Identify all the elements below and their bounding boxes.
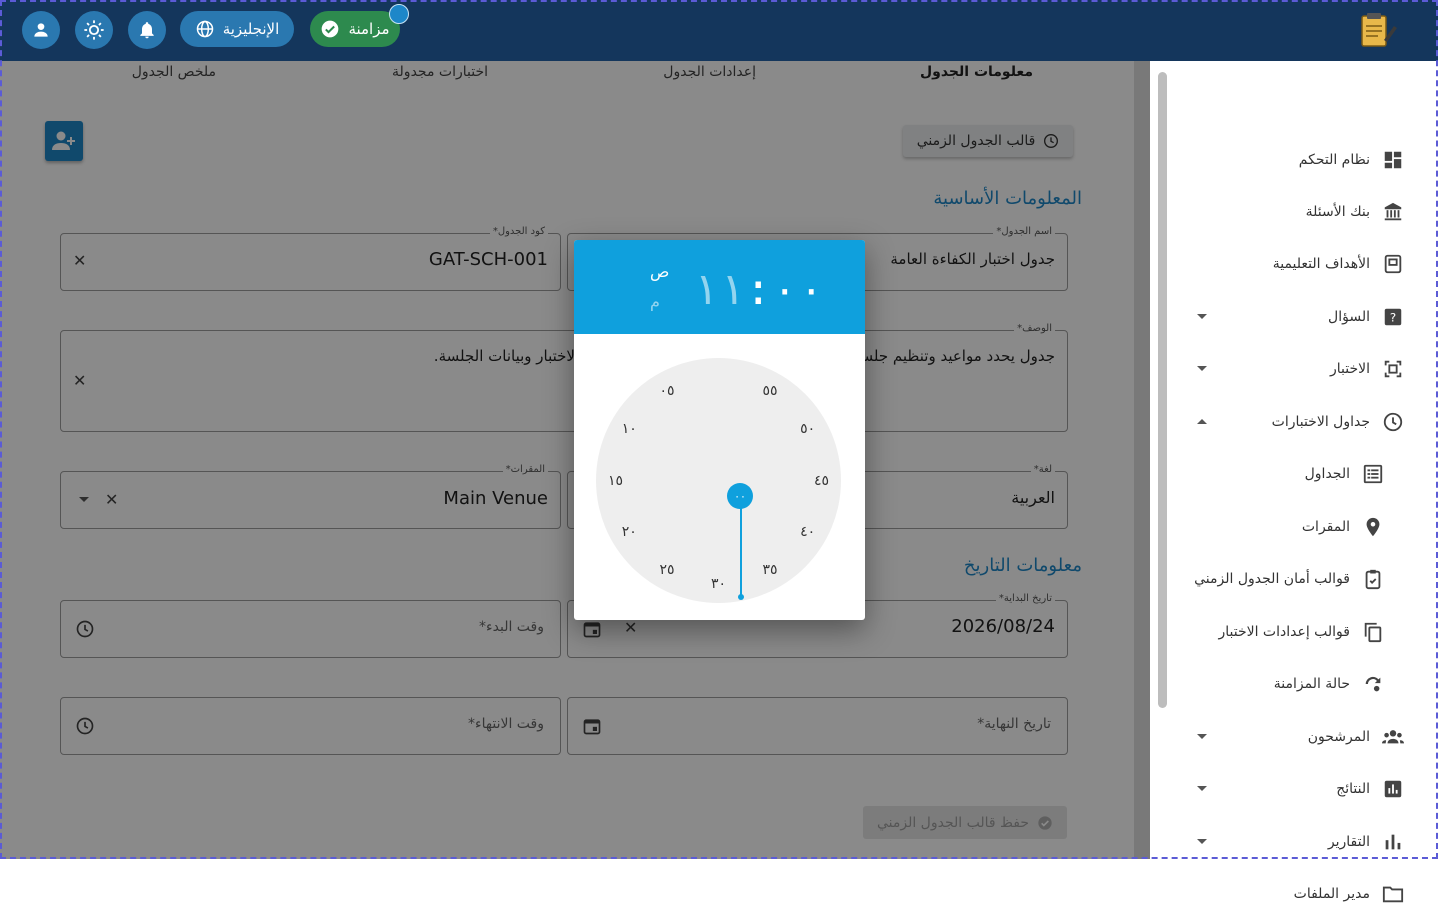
sidebar-item[interactable]: النتائج bbox=[1336, 778, 1404, 800]
dial-number[interactable]: ٣٥ bbox=[762, 562, 777, 578]
sidebar-item-label: الاختبار bbox=[1329, 361, 1370, 377]
chevron-down-icon[interactable] bbox=[1197, 314, 1207, 319]
language-switch-button[interactable]: الإنجليزية bbox=[180, 11, 294, 47]
sync-indicator-dot bbox=[389, 4, 409, 24]
sidebar-item[interactable]: نظام التحكم bbox=[1299, 149, 1404, 171]
sidebar-item[interactable]: الأهداف التعليمية bbox=[1273, 253, 1404, 275]
dial-number[interactable]: ٢٠ bbox=[622, 524, 637, 540]
notifications-button[interactable] bbox=[128, 11, 166, 49]
sidebar-item[interactable]: ? السؤال bbox=[1328, 306, 1404, 328]
dial-number[interactable]: ٣٠ bbox=[711, 576, 726, 592]
sidebar-item-label: التقارير bbox=[1327, 834, 1370, 850]
sidebar-item-label: النتائج bbox=[1336, 781, 1370, 797]
clock-icon bbox=[1382, 411, 1404, 433]
time-picker-dialog: ١١:٠٠ ص م ٠٠ ٠٥ ١٠ ١٥ ٢٠ ٢٥ ٣٠ ٣٥ ٤٠ ٤٥ ٥٠ ٥٥ bbox=[574, 240, 865, 620]
chevron-down-icon[interactable] bbox=[1197, 839, 1207, 844]
clock-center bbox=[738, 594, 744, 600]
sidebar-item[interactable]: المقرات bbox=[1302, 516, 1384, 538]
dial-number[interactable]: ١٥ bbox=[608, 473, 623, 489]
sidebar-item[interactable]: بنك الأسئلة bbox=[1306, 201, 1404, 223]
time-picker-header: ١١:٠٠ ص م bbox=[574, 240, 865, 334]
globe-icon bbox=[196, 20, 213, 38]
main-scrollbar[interactable] bbox=[1134, 61, 1150, 859]
sync-status-icon bbox=[1362, 673, 1384, 695]
dial-number[interactable]: ٢٥ bbox=[659, 562, 674, 578]
sidebar: نظام التحكم بنك الأسئلة الأهداف التعليمية?… bbox=[1150, 61, 1438, 903]
exam-icon bbox=[1382, 358, 1404, 380]
copy-icon bbox=[1362, 621, 1384, 643]
selected-minute-marker[interactable]: ٠٠ bbox=[727, 483, 753, 509]
sidebar-item-label: السؤال bbox=[1328, 309, 1370, 325]
chevron-down-icon[interactable] bbox=[1197, 366, 1207, 371]
time-separator: : bbox=[744, 264, 772, 315]
chevron-down-icon[interactable] bbox=[1197, 786, 1207, 791]
minute-display[interactable]: ٠٠ bbox=[771, 264, 824, 315]
sync-button[interactable]: مزامنة bbox=[310, 11, 400, 47]
user-icon bbox=[34, 23, 48, 37]
clock-hand bbox=[740, 498, 742, 598]
sidebar-item[interactable]: قوالب إعدادات الاختبار bbox=[1218, 621, 1384, 643]
dial-number[interactable]: ٥٠ bbox=[800, 421, 815, 437]
check-circle-icon bbox=[322, 20, 339, 38]
dial-number[interactable]: ٤٥ bbox=[814, 473, 829, 489]
dashboard-icon bbox=[1382, 149, 1404, 171]
sidebar-item[interactable]: جداول الاختبارات bbox=[1272, 411, 1404, 433]
app-logo-icon bbox=[1361, 13, 1397, 47]
bell-icon bbox=[140, 22, 154, 39]
chevron-down-icon[interactable] bbox=[1197, 734, 1207, 739]
sidebar-item[interactable]: مدير الملفات bbox=[1294, 883, 1404, 905]
list-icon bbox=[1362, 463, 1384, 485]
theme-toggle-button[interactable] bbox=[75, 11, 113, 49]
clock-dial[interactable]: ٠٠ ٠٥ ١٠ ١٥ ٢٠ ٢٥ ٣٠ ٣٥ ٤٠ ٤٥ ٥٠ ٥٥ bbox=[596, 358, 841, 603]
time-display: ١١:٠٠ bbox=[692, 264, 824, 315]
brightness-icon bbox=[84, 20, 104, 40]
sidebar-item-label: جداول الاختبارات bbox=[1271, 414, 1370, 430]
sidebar-item[interactable]: قوالب أمان الجدول الزمني bbox=[1194, 568, 1384, 590]
sidebar-item-label: نظام التحكم bbox=[1298, 152, 1370, 168]
chevron-up-icon[interactable] bbox=[1197, 419, 1207, 424]
sidebar-item[interactable]: المرشحون bbox=[1308, 726, 1404, 748]
sidebar-item-label: قوالب أمان الجدول الزمني bbox=[1194, 571, 1350, 587]
sidebar-item-label: بنك الأسئلة bbox=[1305, 204, 1370, 220]
sidebar-item[interactable]: الجداول bbox=[1305, 463, 1384, 485]
hour-display[interactable]: ١١ bbox=[692, 264, 745, 315]
sidebar-item-label: مدير الملفات bbox=[1293, 886, 1370, 902]
sidebar-item-label: المقرات bbox=[1301, 519, 1350, 535]
sidebar-item[interactable]: حالة المزامنة bbox=[1274, 673, 1384, 695]
sidebar-item-label: الأهداف التعليمية bbox=[1272, 256, 1370, 272]
results-icon bbox=[1382, 778, 1404, 800]
sync-label: مزامنة bbox=[348, 20, 390, 38]
top-bar: الإنجليزية مزامنة bbox=[0, 0, 1438, 61]
dial-number[interactable]: ٤٠ bbox=[800, 524, 815, 540]
sidebar-item-label: المرشحون bbox=[1307, 729, 1370, 745]
reports-icon bbox=[1382, 831, 1404, 853]
location-icon bbox=[1362, 516, 1384, 538]
people-icon bbox=[1382, 726, 1404, 748]
pm-toggle[interactable]: م bbox=[650, 292, 660, 311]
sidebar-item[interactable]: الاختبار bbox=[1330, 358, 1404, 380]
sidebar-item[interactable]: التقارير bbox=[1328, 831, 1404, 853]
question-icon: ? bbox=[1382, 306, 1404, 328]
dial-number[interactable]: ٥٥ bbox=[762, 383, 777, 399]
am-toggle[interactable]: ص bbox=[650, 262, 669, 281]
clipboard-check-icon bbox=[1362, 568, 1384, 590]
svg-text:?: ? bbox=[1390, 311, 1396, 325]
bank-icon bbox=[1382, 201, 1404, 223]
profile-button[interactable] bbox=[22, 11, 60, 49]
sidebar-item-label: حالة المزامنة bbox=[1273, 676, 1350, 692]
sidebar-item-label: قوالب إعدادات الاختبار bbox=[1218, 624, 1350, 640]
dial-number[interactable]: ٠٥ bbox=[659, 383, 674, 399]
sidebar-item-label: الجداول bbox=[1304, 466, 1350, 482]
dial-number[interactable]: ١٠ bbox=[622, 421, 637, 437]
sidebar-scrollbar[interactable] bbox=[1158, 72, 1167, 708]
folder-icon bbox=[1382, 883, 1404, 905]
language-label: الإنجليزية bbox=[222, 20, 280, 38]
objectives-icon bbox=[1382, 253, 1404, 275]
